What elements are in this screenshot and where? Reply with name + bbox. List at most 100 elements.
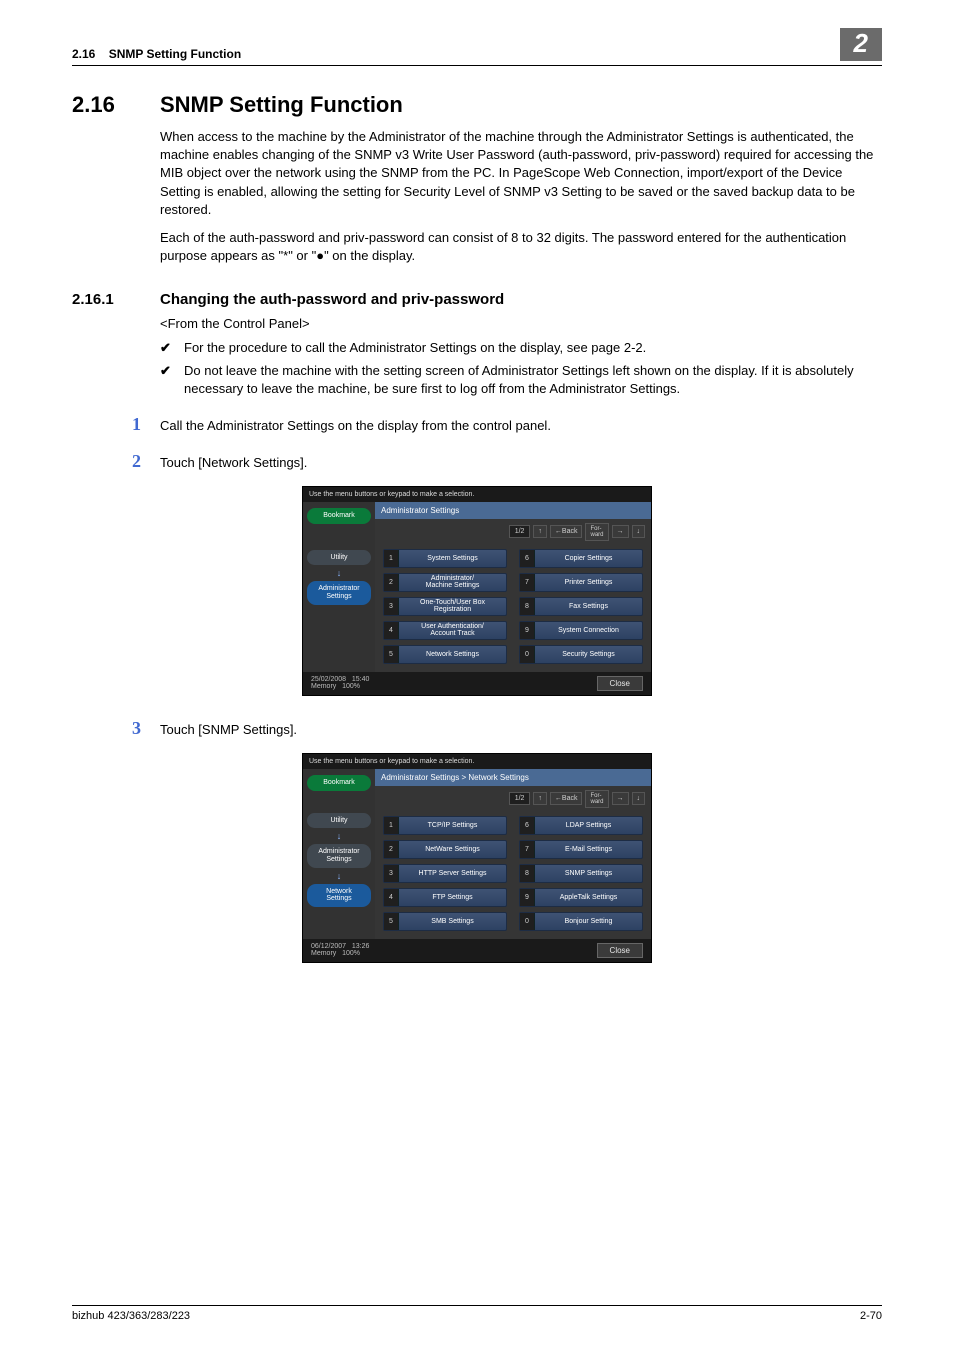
menu-item-number: 1: [384, 550, 399, 567]
menu-item-label: Copier Settings: [535, 555, 642, 562]
menu-item-number: 8: [520, 865, 535, 882]
forward-button[interactable]: ↓: [632, 525, 646, 538]
menu-item-label: E-Mail Settings: [535, 846, 642, 853]
menu-item-button[interactable]: 3One-Touch/User Box Registration: [383, 597, 507, 616]
menu-item-button[interactable]: 7Printer Settings: [519, 573, 643, 592]
bookmark-tab[interactable]: Bookmark: [307, 508, 371, 524]
forward-button[interactable]: ↓: [632, 792, 646, 805]
menu-item-label: LDAP Settings: [535, 822, 642, 829]
menu-item-number: 8: [520, 598, 535, 615]
menu-item-label: Fax Settings: [535, 603, 642, 610]
menu-item-button[interactable]: 4User Authentication/ Account Track: [383, 621, 507, 640]
footer-date: 25/02/2008: [311, 676, 346, 683]
menu-item-label: User Authentication/ Account Track: [399, 623, 506, 638]
menu-item-number: 3: [384, 865, 399, 882]
settings-grid: 1System Settings 6Copier Settings 2Adminis…: [375, 545, 651, 672]
close-button[interactable]: Close: [597, 676, 643, 691]
menu-item-number: 3: [384, 598, 399, 615]
menu-item-button[interactable]: 9System Connection: [519, 621, 643, 640]
pane-title: Administrator Settings: [375, 502, 651, 519]
chevron-down-icon: ↓: [307, 871, 371, 881]
screen-instruction: Use the menu buttons or keypad to make a…: [303, 487, 651, 502]
step-text: Call the Administrator Settings on the d…: [160, 418, 551, 433]
menu-item-number: 6: [520, 550, 535, 567]
step-text: Touch [SNMP Settings].: [160, 722, 297, 737]
menu-item-button[interactable]: 0Security Settings: [519, 645, 643, 664]
note-item: Do not leave the machine with the settin…: [160, 362, 882, 398]
h2-title: Changing the auth-password and priv-pass…: [160, 291, 504, 308]
step-number: 2: [132, 451, 160, 472]
menu-item-label: AppleTalk Settings: [535, 894, 642, 901]
chapter-badge: 2: [840, 28, 882, 61]
menu-item-number: 2: [384, 574, 399, 591]
menu-item-button[interactable]: 2NetWare Settings: [383, 840, 507, 859]
menu-item-button[interactable]: 5SMB Settings: [383, 912, 507, 931]
menu-item-number: 5: [384, 913, 399, 930]
menu-item-number: 4: [384, 889, 399, 906]
footer-model: bizhub 423/363/283/223: [72, 1310, 190, 1322]
subheading: <From the Control Panel>: [160, 316, 882, 331]
menu-item-button[interactable]: 8SNMP Settings: [519, 864, 643, 883]
menu-item-button[interactable]: 9AppleTalk Settings: [519, 888, 643, 907]
menu-item-button[interactable]: 1System Settings: [383, 549, 507, 568]
h2-number: 2.16.1: [72, 291, 160, 308]
running-head: 2.16 SNMP Setting Function: [72, 47, 241, 61]
menu-item-label: SNMP Settings: [535, 870, 642, 877]
settings-grid: 1TCP/IP Settings 6LDAP Settings 2NetWare S…: [375, 812, 651, 939]
memory-pct: 100%: [342, 950, 360, 957]
menu-item-number: 9: [520, 622, 535, 639]
menu-item-number: 7: [520, 574, 535, 591]
footer-date: 06/12/2007: [311, 943, 346, 950]
back-button[interactable]: ←Back: [550, 525, 583, 538]
screenshot-admin-settings: Use the menu buttons or keypad to make a…: [302, 486, 652, 696]
forward-arrow[interactable]: →: [612, 525, 629, 538]
chevron-down-icon: ↓: [307, 568, 371, 578]
intro-paragraph-1: When access to the machine by the Admini…: [160, 128, 882, 219]
menu-item-button[interactable]: 1TCP/IP Settings: [383, 816, 507, 835]
menu-item-number: 4: [384, 622, 399, 639]
bookmark-tab[interactable]: Bookmark: [307, 775, 371, 791]
pane-title: Administrator Settings > Network Setting…: [375, 769, 651, 786]
back-button[interactable]: ↑: [533, 525, 547, 538]
notes-list: For the procedure to call the Administra…: [160, 339, 882, 398]
menu-item-button[interactable]: 7E-Mail Settings: [519, 840, 643, 859]
screenshot-network-settings: Use the menu buttons or keypad to make a…: [302, 753, 652, 963]
forward-arrow[interactable]: →: [612, 792, 629, 805]
menu-item-label: TCP/IP Settings: [399, 822, 506, 829]
utility-tab[interactable]: Utility: [307, 813, 371, 829]
menu-item-number: 2: [384, 841, 399, 858]
menu-item-button[interactable]: 8Fax Settings: [519, 597, 643, 616]
menu-item-button[interactable]: 3HTTP Server Settings: [383, 864, 507, 883]
menu-item-label: Network Settings: [399, 651, 506, 658]
back-button[interactable]: ↑: [533, 792, 547, 805]
menu-item-button[interactable]: 0Bonjour Setting: [519, 912, 643, 931]
note-item: For the procedure to call the Administra…: [160, 339, 882, 357]
forward-button[interactable]: For- ward: [585, 790, 608, 808]
h1-number: 2.16: [72, 92, 160, 118]
step-number: 1: [132, 414, 160, 435]
step-text: Touch [Network Settings].: [160, 455, 307, 470]
memory-label: Memory: [311, 950, 336, 957]
menu-item-label: Printer Settings: [535, 579, 642, 586]
network-settings-tab[interactable]: Network Settings: [307, 884, 371, 907]
utility-tab[interactable]: Utility: [307, 550, 371, 566]
menu-item-label: HTTP Server Settings: [399, 870, 506, 877]
screen-instruction: Use the menu buttons or keypad to make a…: [303, 754, 651, 769]
menu-item-button[interactable]: 4FTP Settings: [383, 888, 507, 907]
menu-item-number: 9: [520, 889, 535, 906]
forward-button[interactable]: For- ward: [585, 523, 608, 541]
close-button[interactable]: Close: [597, 943, 643, 958]
menu-item-button[interactable]: 6LDAP Settings: [519, 816, 643, 835]
admin-settings-tab[interactable]: Administrator Settings: [307, 844, 371, 867]
menu-item-label: System Connection: [535, 627, 642, 634]
admin-settings-tab[interactable]: Administrator Settings: [307, 581, 371, 604]
menu-item-button[interactable]: 2Administrator/ Machine Settings: [383, 573, 507, 592]
memory-pct: 100%: [342, 683, 360, 690]
menu-item-button[interactable]: 6Copier Settings: [519, 549, 643, 568]
menu-item-button[interactable]: 5Network Settings: [383, 645, 507, 664]
back-button[interactable]: ←Back: [550, 792, 583, 805]
menu-item-number: 5: [384, 646, 399, 663]
menu-item-label: FTP Settings: [399, 894, 506, 901]
menu-item-label: NetWare Settings: [399, 846, 506, 853]
menu-item-label: Administrator/ Machine Settings: [399, 575, 506, 590]
